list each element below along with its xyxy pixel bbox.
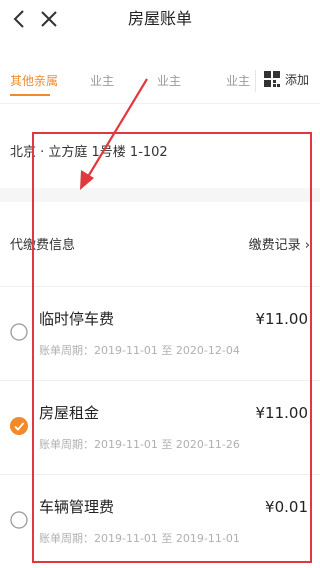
tab-owner-3[interactable]: 业主 [226,72,250,90]
bill-item[interactable]: 房屋租金 ¥11.00 账单周期：2019-11-01 至 2020-11-26 [0,380,320,470]
radio-checked-icon[interactable] [10,417,28,435]
bill-period: 账单周期：2019-11-01 至 2019-11-01 [39,532,240,545]
qr-code-icon [264,71,280,87]
tab-bar: 其他亲属 业主 业主 业主 添加 [0,56,320,104]
active-tab-indicator [10,94,50,96]
bill-period: 账单周期：2019-11-01 至 2020-12-04 [39,344,240,357]
radio-unchecked-icon[interactable] [10,323,28,341]
tab-other-relatives[interactable]: 其他亲属 [10,72,58,90]
add-button-label: 添加 [285,73,310,87]
bill-name: 车辆管理费 [39,498,115,516]
property-address: 北京 · 立方庭 1号楼 1-102 [10,145,168,160]
bill-name: 房屋租金 [39,404,100,422]
tab-divider [255,70,256,92]
payment-info-title: 代缴费信息 [10,238,76,253]
bill-name: 临时停车费 [39,310,115,328]
bill-period: 账单周期：2019-11-01 至 2020-11-26 [39,438,240,451]
header-bar: 房屋账单 [0,0,320,40]
bill-item[interactable]: 车辆管理费 ¥0.01 账单周期：2019-11-01 至 2019-11-01 [0,474,320,564]
payment-history-link[interactable]: 缴费记录 › [249,234,310,253]
tab-owner-1[interactable]: 业主 [90,72,114,90]
radio-unchecked-icon[interactable] [10,511,28,529]
bill-amount: ¥0.01 [265,498,308,516]
payment-info-header: 代缴费信息 缴费记录 › [0,230,320,258]
bill-item[interactable]: 临时停车费 ¥11.00 账单周期：2019-11-01 至 2020-12-0… [0,286,320,376]
page-title: 房屋账单 [127,9,192,28]
bill-amount: ¥11.00 [255,310,309,328]
add-button[interactable]: 添加 [263,68,315,94]
tab-owner-2[interactable]: 业主 [157,72,181,90]
bill-amount: ¥11.00 [255,404,309,422]
section-separator [0,188,320,202]
